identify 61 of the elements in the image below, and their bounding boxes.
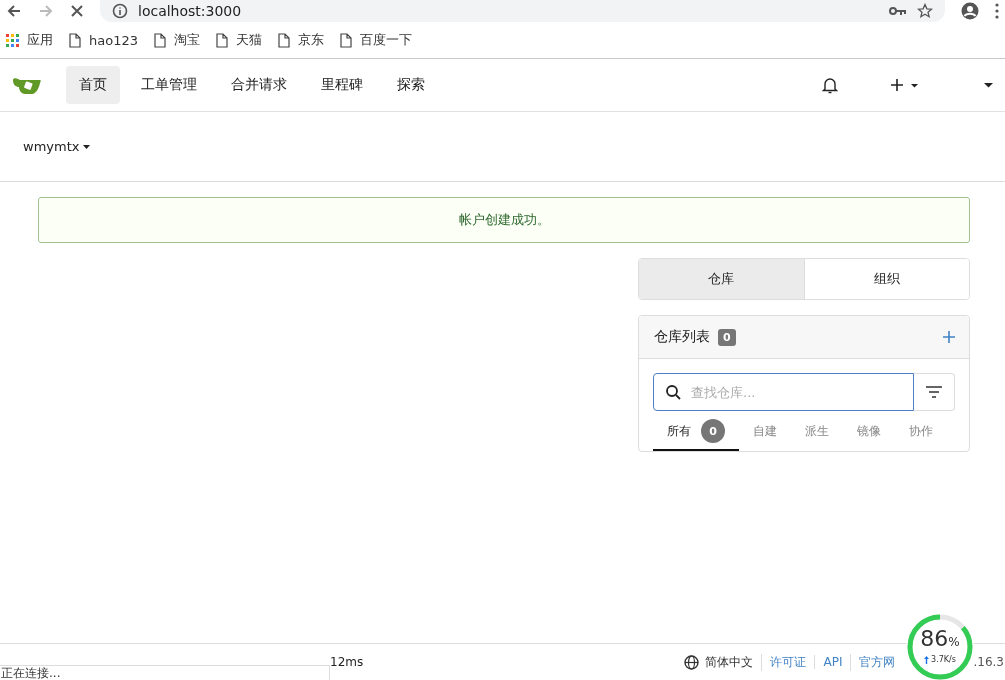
- search-icon: [666, 384, 681, 400]
- page-icon: [154, 32, 166, 48]
- key-icon[interactable]: [889, 6, 907, 16]
- success-message: 帐户创建成功。: [38, 197, 970, 243]
- bookmark[interactable]: 应用: [6, 31, 53, 49]
- bookmark[interactable]: 天猫: [216, 31, 262, 49]
- progress-ring: [906, 613, 974, 680]
- up-arrow-icon: [924, 655, 930, 664]
- tab[interactable]: 组织: [803, 259, 969, 299]
- page-icon: [69, 32, 81, 48]
- browser-status-text: 正在连接...: [0, 665, 330, 680]
- filter-icon: [926, 386, 942, 398]
- panel-title: 仓库列表: [654, 328, 710, 346]
- nav-item[interactable]: 里程碑: [308, 66, 376, 104]
- footer-link[interactable]: 官方网: [850, 653, 904, 671]
- search-input[interactable]: 查找仓库...: [691, 375, 901, 409]
- count-badge: 0: [718, 328, 736, 346]
- bookmark[interactable]: 百度一下: [340, 31, 412, 49]
- apps-icon: [6, 33, 19, 47]
- language-selector[interactable]: 简体中文: [684, 653, 762, 671]
- footer-link[interactable]: API: [814, 655, 851, 669]
- version-text: .16.3: [973, 655, 1005, 669]
- filter-tab[interactable]: 所有 0: [653, 413, 739, 451]
- caret-icon: [83, 144, 91, 149]
- address-bar[interactable]: localhost:3000: [100, 0, 945, 22]
- bookmark[interactable]: 京东: [278, 31, 324, 49]
- bell-icon[interactable]: [822, 76, 838, 94]
- url-text: localhost:3000: [138, 2, 243, 20]
- page-icon: [340, 32, 352, 48]
- filter-tab[interactable]: 镜像: [843, 413, 895, 451]
- page-icon: [278, 32, 290, 48]
- percent-text: 86%: [919, 627, 961, 653]
- account-icon[interactable]: [961, 2, 979, 20]
- nav-item[interactable]: 首页: [66, 66, 120, 104]
- filter-tab[interactable]: 派生: [791, 413, 843, 451]
- nav-item[interactable]: 合并请求: [218, 66, 300, 104]
- globe-icon: [684, 654, 700, 670]
- star-icon[interactable]: [917, 3, 933, 19]
- count-badge: 0: [701, 419, 725, 443]
- bookmark[interactable]: hao123: [69, 32, 138, 48]
- plus-caret-icon[interactable]: [890, 78, 920, 92]
- tab[interactable]: 仓库: [639, 259, 804, 299]
- caret-icon[interactable]: [984, 82, 993, 88]
- filter-tab[interactable]: 协作: [895, 413, 947, 451]
- nav-item[interactable]: 工单管理: [128, 66, 210, 104]
- footer-text: 12ms: [330, 655, 364, 669]
- page-icon: [216, 32, 228, 48]
- footer-link[interactable]: 许可证: [761, 653, 815, 671]
- info-icon: [112, 3, 128, 19]
- rate-text: 3.7K/s: [931, 655, 956, 664]
- filter-tab[interactable]: 自建: [739, 413, 791, 451]
- teacup-logo: [13, 78, 41, 94]
- bookmark[interactable]: 淘宝: [154, 31, 200, 49]
- nav-item[interactable]: 探索: [384, 66, 438, 104]
- filter-button[interactable]: [914, 373, 955, 411]
- back-icon[interactable]: [6, 3, 22, 19]
- stop-icon[interactable]: [70, 4, 84, 18]
- search-field[interactable]: 查找仓库...: [653, 373, 914, 411]
- menu-icon[interactable]: [995, 3, 999, 19]
- user-switcher[interactable]: wmymtx: [23, 139, 91, 154]
- plus-icon[interactable]: [943, 331, 955, 343]
